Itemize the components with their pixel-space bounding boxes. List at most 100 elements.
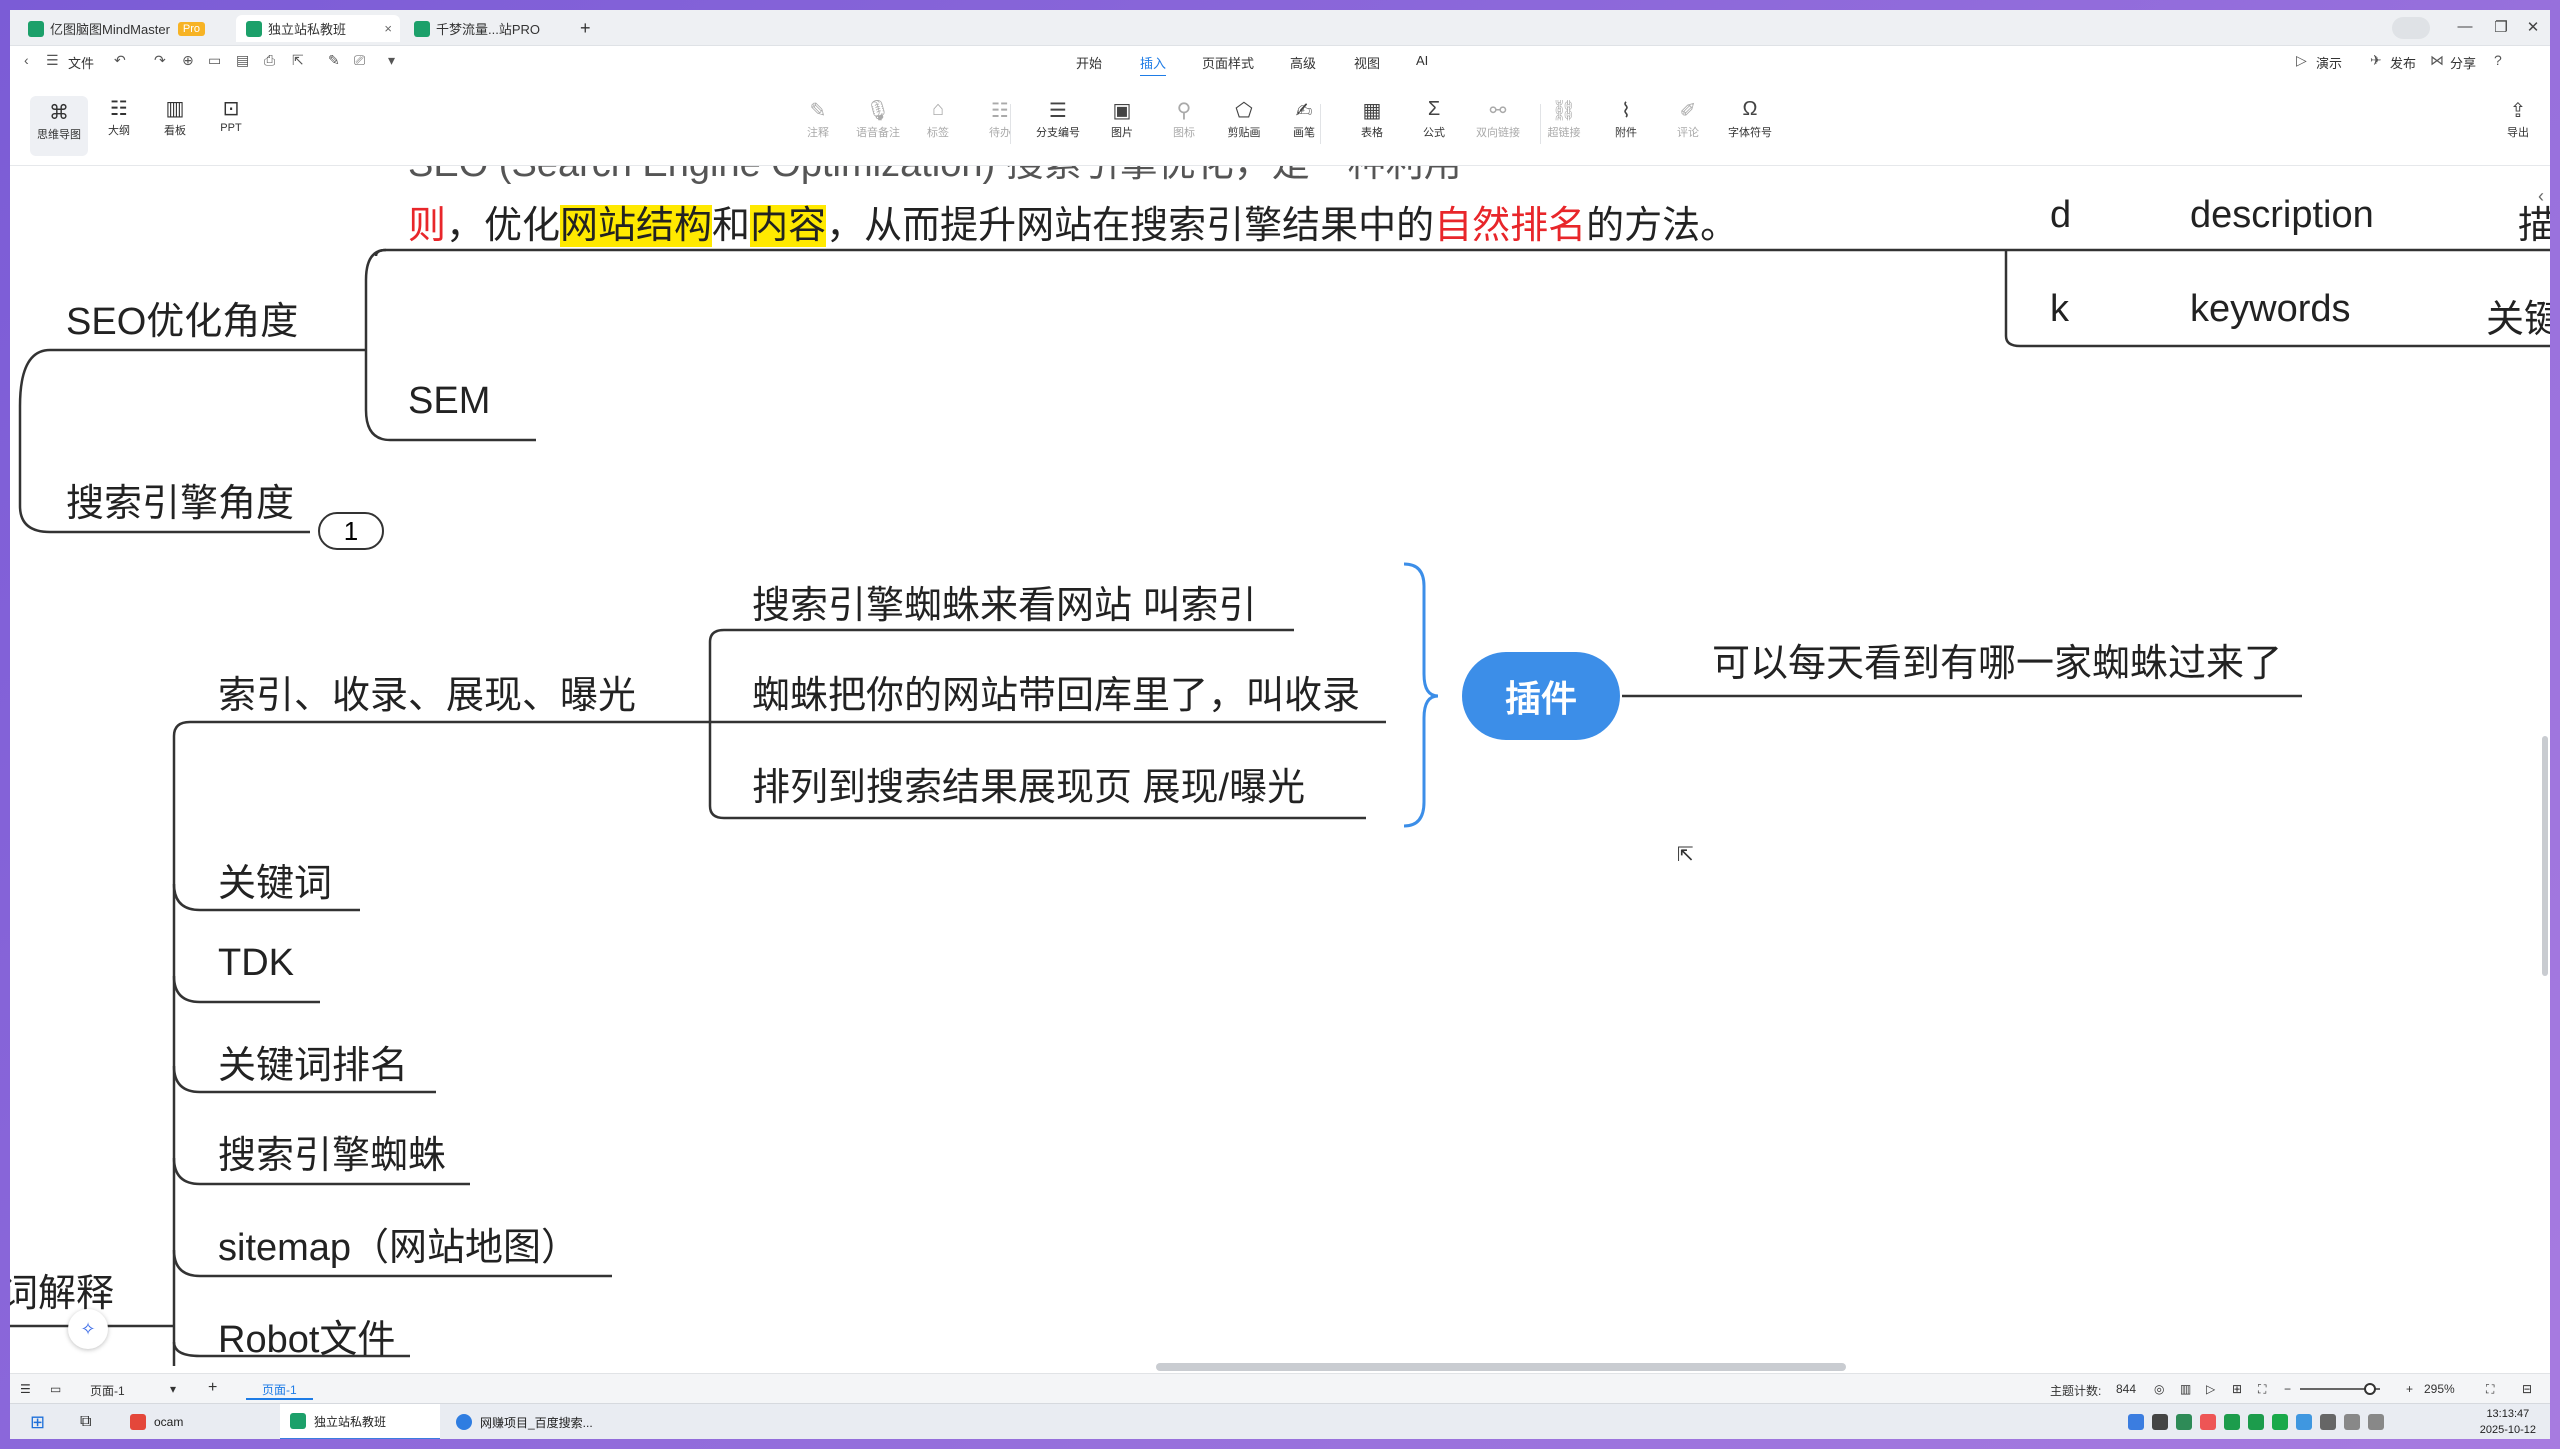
- zoom-level[interactable]: 295%: [2424, 1382, 2455, 1396]
- share-button[interactable]: 分享: [2450, 53, 2476, 72]
- view-kanban-button[interactable]: ▥ 看板: [146, 96, 204, 138]
- present-button[interactable]: 演示: [2316, 53, 2342, 72]
- ribbon-tool-3[interactable]: ☷ 待办: [972, 98, 1028, 140]
- ribbon-tool-8[interactable]: ✍ 画笔: [1276, 98, 1332, 140]
- subtopic-index-1[interactable]: 搜索引擎蜘蛛来看网站 叫索引: [752, 574, 1257, 629]
- tray-app-icon[interactable]: [2128, 1414, 2144, 1430]
- panel-toggle-icon[interactable]: ⊟: [2522, 1382, 2532, 1396]
- zoom-in-icon[interactable]: +: [2406, 1382, 2413, 1396]
- start-menu-icon[interactable]: ⊞: [20, 1404, 55, 1439]
- topic-term-explanation[interactable]: 词解释: [10, 1262, 114, 1317]
- menu-ai[interactable]: AI: [1416, 53, 1428, 68]
- tray-app-icon[interactable]: [2152, 1414, 2168, 1430]
- ribbon-tool-14[interactable]: ✐ 评论: [1660, 98, 1716, 140]
- menu-advanced[interactable]: 高级: [1290, 53, 1316, 72]
- help-icon[interactable]: ?: [2494, 52, 2502, 68]
- collapse-panel-icon[interactable]: ‹: [2538, 186, 2544, 207]
- zoom-out-icon[interactable]: −: [2284, 1382, 2291, 1396]
- view-outline-button[interactable]: ☷ 大纲: [90, 96, 148, 138]
- horizontal-scrollbar[interactable]: [1156, 1363, 1846, 1371]
- close-window-button[interactable]: ✕: [2518, 18, 2548, 36]
- page-select-chevron-icon[interactable]: ▾: [170, 1382, 176, 1396]
- user-avatar[interactable]: [2392, 17, 2430, 39]
- ribbon-tool-13[interactable]: ⌇ 附件: [1598, 98, 1654, 140]
- topic-sem[interactable]: SEM: [408, 380, 490, 423]
- menu-icon[interactable]: ☰: [46, 52, 59, 69]
- tdk-key-k[interactable]: k: [2050, 288, 2069, 331]
- new-tab-button[interactable]: +: [570, 15, 600, 42]
- tray-app-icon[interactable]: [2248, 1414, 2264, 1430]
- zoom-slider-knob[interactable]: [2364, 1383, 2376, 1395]
- collapsed-count-badge[interactable]: 1: [318, 512, 384, 550]
- term-keyword-ranking[interactable]: 关键词排名: [218, 1034, 408, 1089]
- tdk-value-description[interactable]: description: [2190, 194, 2374, 237]
- system-clock[interactable]: 13:13:47 2025-10-12: [2480, 1406, 2536, 1438]
- ribbon-tool-6[interactable]: ⚲ 图标: [1156, 98, 1212, 140]
- outline-toggle-icon[interactable]: ☰: [20, 1382, 31, 1396]
- ribbon-tool-11[interactable]: ⚯ 双向链接: [1470, 98, 1526, 140]
- topic-index[interactable]: 索引、收录、展现、曝光: [218, 664, 636, 719]
- tray-app-icon[interactable]: [2296, 1414, 2312, 1430]
- taskbar-item-mindmaster[interactable]: 独立站私教班: [280, 1404, 440, 1439]
- tab-other-document[interactable]: 千梦流量...站PRO: [404, 15, 564, 42]
- export-button[interactable]: ⇪ 导出: [2490, 98, 2546, 140]
- ribbon-tool-1[interactable]: 🎙 语音备注: [850, 98, 906, 140]
- ribbon-tool-2[interactable]: ⌂ 标签: [910, 98, 966, 140]
- intro-line-1[interactable]: SEO (Search Engine Optimization) 搜索引擎优化，…: [408, 166, 1462, 187]
- customize-icon[interactable]: ▾: [388, 52, 395, 69]
- ai-assistant-icon[interactable]: ✧: [68, 1309, 108, 1349]
- menu-insert[interactable]: 插入: [1140, 53, 1167, 77]
- screenshot-icon[interactable]: ⎚: [354, 52, 365, 69]
- topic-search-engine-angle[interactable]: 搜索引擎角度: [66, 472, 294, 527]
- ribbon-tool-0[interactable]: ✎ 注释: [790, 98, 846, 140]
- close-tab-icon[interactable]: ×: [384, 21, 392, 36]
- tray-app-icon[interactable]: [2200, 1414, 2216, 1430]
- export-icon[interactable]: ⇱: [292, 52, 304, 69]
- view-mindmap-button[interactable]: ⌘ 思维导图: [30, 96, 88, 156]
- new-file-icon[interactable]: ⊕: [182, 52, 194, 69]
- book-icon[interactable]: ▥: [2180, 1382, 2191, 1396]
- fullscreen-icon[interactable]: ⛶: [2258, 1382, 2266, 1397]
- term-robot[interactable]: Robot文件: [218, 1308, 395, 1363]
- page-select[interactable]: 页面-1: [90, 1382, 125, 1399]
- volume-icon[interactable]: [2368, 1414, 2384, 1430]
- edit-icon[interactable]: ✎: [328, 52, 340, 69]
- term-tdk[interactable]: TDK: [218, 942, 294, 985]
- plugin-note[interactable]: 可以每天看到有哪一家蜘蛛过来了: [1712, 632, 2282, 687]
- taskbar-item-ocam[interactable]: ocam: [120, 1404, 270, 1439]
- file-menu[interactable]: 文件: [68, 53, 94, 72]
- print-icon[interactable]: ⎙: [264, 52, 275, 69]
- tray-app-icon[interactable]: [2224, 1414, 2240, 1430]
- back-icon[interactable]: ‹: [24, 52, 29, 68]
- page-list-icon[interactable]: ▭: [50, 1382, 61, 1396]
- open-folder-icon[interactable]: ▭: [208, 52, 221, 69]
- taskbar-item-browser[interactable]: 网赚项目_百度搜索...: [446, 1404, 616, 1439]
- tab-mindmaster[interactable]: 亿图脑图MindMaster Pro: [18, 15, 228, 42]
- undo-icon[interactable]: ↶: [114, 52, 126, 69]
- ribbon-tool-15[interactable]: Ω 字体符号: [1722, 98, 1778, 140]
- subtopic-index-3[interactable]: 排列到搜索结果展现页 展现/曝光: [752, 756, 1305, 811]
- focus-icon[interactable]: ◎: [2154, 1382, 2164, 1396]
- plugin-node[interactable]: 插件: [1462, 652, 1620, 740]
- tray-app-icon[interactable]: [2320, 1414, 2336, 1430]
- save-icon[interactable]: ▤: [236, 52, 249, 69]
- tdk-key-d[interactable]: d: [2050, 194, 2071, 237]
- page-tab[interactable]: 页面-1: [246, 1378, 313, 1400]
- mindmap-canvas[interactable]: SEO (Search Engine Optimization) 搜索引擎优化，…: [10, 166, 2550, 1373]
- publish-button[interactable]: 发布: [2390, 53, 2416, 72]
- menu-view[interactable]: 视图: [1354, 53, 1380, 72]
- fullscreen-toggle-icon[interactable]: ⛶: [2486, 1382, 2494, 1397]
- tdk-extra-d[interactable]: 描: [2518, 194, 2550, 249]
- menu-start[interactable]: 开始: [1076, 53, 1102, 72]
- ribbon-tool-4[interactable]: ☰ 分支编号: [1030, 98, 1086, 140]
- tab-current-document[interactable]: 独立站私教班 ×: [236, 15, 400, 42]
- ribbon-tool-5[interactable]: ▣ 图片: [1094, 98, 1150, 140]
- term-keyword[interactable]: 关键词: [218, 852, 332, 907]
- ribbon-tool-9[interactable]: ▦ 表格: [1344, 98, 1400, 140]
- intro-line-2[interactable]: 则，优化网站结构和内容，从而提升网站在搜索引擎结果中的自然排名的方法。: [408, 194, 1738, 249]
- ribbon-tool-10[interactable]: Σ 公式: [1406, 98, 1462, 140]
- ribbon-tool-7[interactable]: ⬠ 剪贴画: [1216, 98, 1272, 140]
- topic-seo-angle[interactable]: SEO优化角度: [66, 290, 298, 345]
- vertical-scrollbar[interactable]: [2542, 736, 2548, 976]
- task-view-icon[interactable]: ⧉: [70, 1404, 101, 1439]
